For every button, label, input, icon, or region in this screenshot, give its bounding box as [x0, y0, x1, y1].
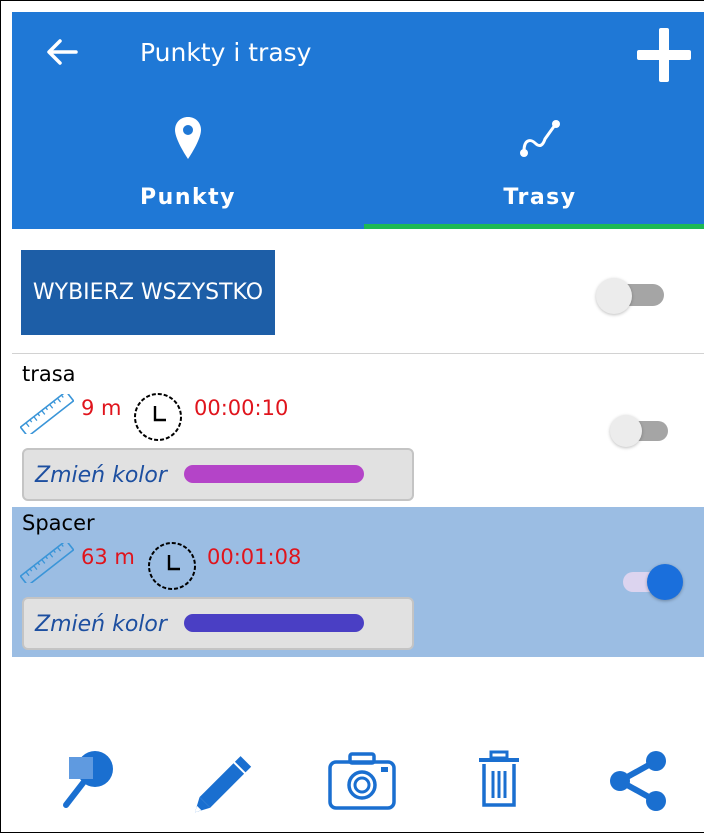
- route-row[interactable]: trasa 9 m 00:00:10 Zmień kolor: [12, 358, 704, 508]
- tab-routes[interactable]: Trasy: [364, 107, 704, 222]
- route-color-swatch: [184, 465, 364, 483]
- ruler-icon: [20, 543, 74, 583]
- change-color-button[interactable]: Zmień kolor: [22, 448, 414, 501]
- clock-icon: [148, 542, 196, 590]
- route-distance: 63 m: [81, 545, 135, 569]
- ruler-icon: [20, 394, 74, 434]
- select-all-switch[interactable]: [594, 277, 666, 314]
- select-all-button[interactable]: WYBIERZ WSZYSTKO: [21, 250, 275, 335]
- tab-points-label: Punkty: [140, 185, 236, 210]
- route-name: Spacer: [22, 511, 95, 535]
- route-name: trasa: [22, 362, 76, 386]
- route-duration: 00:00:10: [194, 396, 289, 420]
- route-icon: [520, 120, 560, 157]
- route-distance: 9 m: [81, 396, 122, 420]
- route-switch[interactable]: [608, 414, 672, 448]
- edit-pencil-icon: [194, 756, 252, 813]
- zoom-to-button[interactable]: [61, 749, 133, 815]
- map-pin-icon: [175, 117, 201, 159]
- active-tab-indicator: [364, 224, 704, 229]
- arrow-left-icon: [47, 39, 78, 65]
- route-duration: 00:01:08: [207, 545, 302, 569]
- divider: [12, 353, 704, 354]
- route-switch[interactable]: [623, 563, 685, 601]
- back-button[interactable]: [42, 32, 82, 72]
- change-color-label: Zmień kolor: [35, 612, 167, 637]
- share-button[interactable]: [600, 749, 672, 815]
- change-color-button[interactable]: Zmień kolor: [22, 597, 414, 650]
- share-icon: [610, 751, 666, 811]
- edit-button[interactable]: [193, 749, 265, 815]
- delete-button[interactable]: [465, 749, 537, 815]
- clock-icon: [134, 393, 182, 441]
- camera-button[interactable]: [326, 749, 398, 815]
- tab-routes-label: Trasy: [503, 185, 577, 210]
- zoom-to-icon: [63, 751, 113, 808]
- page-title: Punkty i trasy: [140, 38, 312, 67]
- tab-points[interactable]: Punkty: [12, 107, 364, 222]
- app-bar: Punkty i trasy Punkty Trasy: [12, 12, 704, 229]
- plus-icon: [637, 28, 691, 82]
- change-color-label: Zmień kolor: [35, 463, 167, 488]
- add-button[interactable]: [633, 24, 695, 86]
- screen: Punkty i trasy Punkty Trasy WYBIERZ WSZY…: [0, 0, 704, 833]
- route-color-swatch: [184, 614, 364, 632]
- trash-icon: [479, 750, 519, 807]
- camera-icon: [328, 752, 396, 810]
- route-row[interactable]: Spacer 63 m 00:01:08 Zmień kolor: [12, 507, 704, 657]
